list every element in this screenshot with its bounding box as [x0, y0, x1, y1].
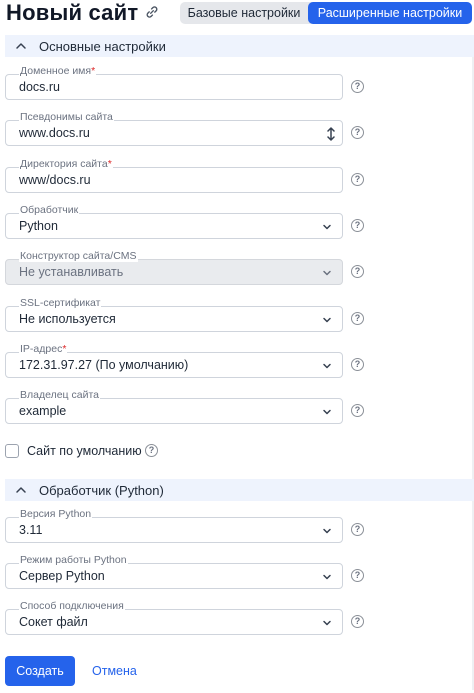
resize-icon[interactable]	[326, 126, 336, 142]
field-value: docs.ru	[19, 80, 60, 94]
field-value: Python	[19, 219, 58, 233]
help-icon[interactable]: ?	[351, 173, 364, 186]
cancel-button[interactable]: Отмена	[92, 664, 137, 678]
field-value: 172.31.97.27 (По умолчанию)	[19, 358, 189, 372]
help-icon[interactable]: ?	[351, 265, 364, 278]
field-label: IP-адрес*	[19, 343, 68, 355]
field-value: 3.11	[19, 523, 43, 537]
site-aliases-field[interactable]: Псевдонимы сайта www.docs.ru	[5, 111, 343, 146]
field-label: Конструктор сайта/CMS	[19, 250, 138, 262]
field-label: Обработчик	[19, 204, 80, 216]
chevron-down-icon	[323, 528, 331, 534]
help-icon[interactable]: ?	[351, 404, 364, 417]
field-label: Директория сайта*	[19, 158, 113, 170]
field-value: example	[19, 404, 67, 418]
domain-name-field[interactable]: Доменное имя* docs.ru	[5, 65, 343, 100]
chevron-down-icon	[323, 409, 331, 415]
ssl-certificate-select[interactable]: SSL-сертификат Не используется	[5, 297, 343, 332]
chevron-down-icon	[323, 270, 331, 276]
field-value: Сервер Python	[19, 569, 105, 583]
settings-tabs: Базовые настройки Расширенные настройки	[180, 2, 472, 24]
help-icon[interactable]: ?	[351, 615, 364, 628]
header: Новый сайт Базовые настройки Расширенные…	[0, 0, 474, 30]
chevron-down-icon	[323, 574, 331, 580]
connection-method-select[interactable]: Способ подключения Сокет файл	[5, 600, 343, 635]
field-label: SSL-сертификат	[19, 297, 102, 309]
section-title: Основные настройки	[39, 38, 166, 54]
chevron-up-icon	[16, 487, 26, 493]
help-icon[interactable]: ?	[351, 219, 364, 232]
site-directory-field[interactable]: Директория сайта* www/docs.ru	[5, 158, 343, 193]
chevron-down-icon	[323, 363, 331, 369]
site-owner-select[interactable]: Владелец сайта example	[5, 389, 343, 424]
help-icon[interactable]: ?	[145, 444, 158, 457]
help-icon[interactable]: ?	[351, 358, 364, 371]
field-value: www/docs.ru	[19, 173, 91, 187]
field-label: Способ подключения	[19, 600, 125, 612]
section-handler-python[interactable]: Обработчик (Python)	[5, 479, 474, 501]
link-icon[interactable]	[145, 5, 159, 19]
field-label: Псевдонимы сайта	[19, 111, 114, 123]
field-label: Владелец сайта	[19, 389, 100, 401]
page-title: Новый сайт	[6, 0, 139, 25]
tab-advanced-settings[interactable]: Расширенные настройки	[308, 2, 472, 24]
tab-basic-settings[interactable]: Базовые настройки	[180, 2, 308, 24]
field-label: Доменное имя*	[19, 65, 97, 77]
default-site-checkbox[interactable]	[5, 444, 19, 458]
ip-address-select[interactable]: IP-адрес* 172.31.97.27 (По умолчанию)	[5, 343, 343, 378]
help-icon[interactable]: ?	[351, 126, 364, 139]
python-mode-select[interactable]: Режим работы Python Сервер Python	[5, 554, 343, 589]
create-button[interactable]: Создать	[5, 656, 75, 686]
python-version-select[interactable]: Версия Python 3.11	[5, 508, 343, 543]
help-icon[interactable]: ?	[351, 523, 364, 536]
cms-select: Конструктор сайта/CMS Не устанавливать	[5, 250, 343, 285]
section-basic-settings[interactable]: Основные настройки	[5, 35, 474, 57]
field-value: www.docs.ru	[19, 126, 90, 140]
section-title: Обработчик (Python)	[39, 482, 164, 498]
new-site-form: Новый сайт Базовые настройки Расширенные…	[0, 0, 474, 693]
field-value: Сокет файл	[19, 615, 88, 629]
help-icon[interactable]: ?	[351, 80, 364, 93]
chevron-down-icon	[323, 317, 331, 323]
field-label: Режим работы Python	[19, 554, 128, 566]
default-site-label[interactable]: Сайт по умолчанию	[27, 444, 142, 458]
field-value: Не устанавливать	[19, 265, 124, 279]
chevron-down-icon	[323, 620, 331, 626]
chevron-down-icon	[323, 224, 331, 230]
help-icon[interactable]: ?	[351, 312, 364, 325]
chevron-up-icon	[16, 43, 26, 49]
field-label: Версия Python	[19, 508, 93, 520]
handler-select[interactable]: Обработчик Python	[5, 204, 343, 239]
field-value: Не используется	[19, 312, 116, 326]
help-icon[interactable]: ?	[351, 569, 364, 582]
